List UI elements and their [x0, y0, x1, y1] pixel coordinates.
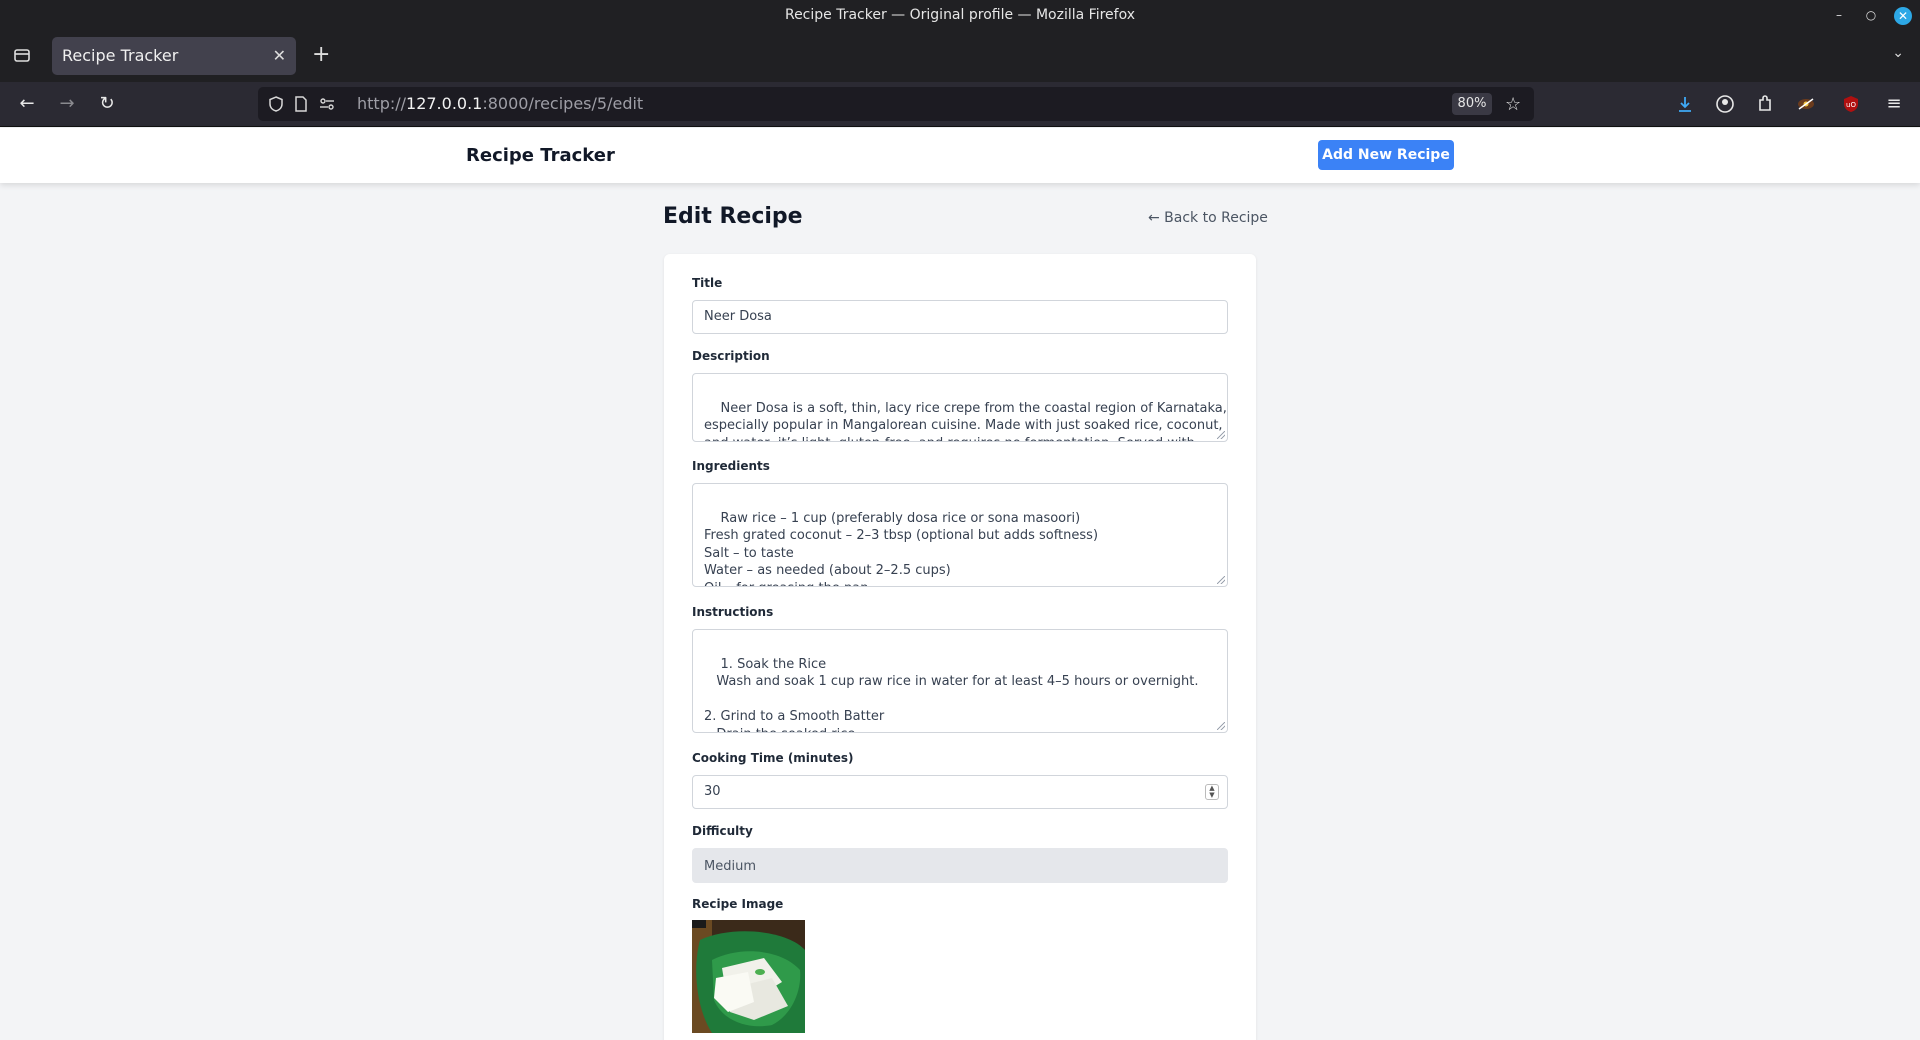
difficulty-label: Difficulty — [692, 824, 753, 838]
cooking-time-input[interactable]: 30 ▲ ▼ — [692, 775, 1228, 809]
ingredients-text: Raw rice – 1 cup (preferably dosa rice o… — [704, 510, 1099, 587]
description-label: Description — [692, 349, 770, 363]
window-titlebar: Recipe Tracker — Original profile — Mozi… — [0, 0, 1920, 31]
recipe-image-label: Recipe Image — [692, 897, 784, 911]
resize-handle-icon[interactable] — [1217, 431, 1225, 439]
app-header: Recipe Tracker Add New Recipe — [0, 128, 1920, 183]
back-to-recipe-link[interactable]: ← Back to Recipe — [1148, 210, 1268, 226]
minimize-icon[interactable]: – — [1830, 0, 1848, 31]
cooking-time-value: 30 — [704, 784, 721, 799]
url-host: 127.0.0.1 — [406, 94, 483, 113]
resize-handle-icon[interactable] — [1217, 576, 1225, 584]
forward-arrow-icon[interactable]: → — [56, 93, 78, 115]
url-text[interactable]: http://127.0.0.1:8000/recipes/5/edit — [357, 87, 643, 121]
account-icon[interactable] — [1714, 93, 1736, 115]
instructions-label: Instructions — [692, 605, 774, 619]
new-tab-icon[interactable]: + — [312, 43, 330, 67]
add-new-recipe-button[interactable]: Add New Recipe — [1318, 140, 1454, 170]
instructions-textarea[interactable]: 1. Soak the Rice Wash and soak 1 cup raw… — [692, 629, 1228, 733]
navigation-bar: ← → ↻ http://127.0.0.1:8000/recipes/5/ed… — [0, 82, 1920, 127]
cooking-time-label: Cooking Time (minutes) — [692, 751, 854, 765]
url-path: :8000/recipes/5/edit — [482, 94, 644, 113]
svg-text:uO: uO — [1846, 101, 1856, 109]
page-icon[interactable] — [292, 95, 310, 113]
instructions-text: 1. Soak the Rice Wash and soak 1 cup raw… — [704, 656, 1199, 733]
back-arrow-icon[interactable]: ← — [16, 93, 38, 115]
tab-bar: Recipe Tracker ✕ + ⌄ — [0, 31, 1920, 82]
tab-list-icon[interactable] — [12, 45, 32, 65]
zoom-level-badge[interactable]: 80% — [1452, 93, 1492, 115]
extensions-icon[interactable] — [1754, 93, 1776, 115]
ingredients-label: Ingredients — [692, 459, 770, 473]
close-tab-icon[interactable]: ✕ — [273, 37, 286, 75]
reload-icon[interactable]: ↻ — [96, 93, 118, 115]
chevron-down-icon[interactable]: ⌄ — [1892, 45, 1904, 61]
tab-title: Recipe Tracker — [62, 46, 179, 65]
ublock-icon[interactable]: uO — [1840, 93, 1862, 115]
edit-recipe-form: Title Neer Dosa Description Neer Dosa is… — [664, 254, 1256, 1040]
title-input[interactable]: Neer Dosa — [692, 300, 1228, 334]
window-controls: – ○ ✕ — [1830, 0, 1912, 31]
extension-eye-icon[interactable] — [1795, 93, 1817, 115]
maximize-icon[interactable]: ○ — [1862, 0, 1880, 31]
page-title: Edit Recipe — [663, 204, 803, 229]
url-scheme: http:// — [357, 94, 407, 113]
resize-handle-icon[interactable] — [1217, 722, 1225, 730]
bookmark-star-icon[interactable]: ☆ — [1505, 94, 1521, 115]
description-text: Neer Dosa is a soft, thin, lacy rice cre… — [704, 400, 1227, 442]
number-stepper-icon[interactable]: ▲ ▼ — [1205, 784, 1219, 800]
window-title: Recipe Tracker — Original profile — Mozi… — [784, 7, 1136, 23]
shield-icon[interactable] — [267, 95, 285, 113]
recipe-image-thumbnail — [692, 920, 805, 1033]
download-icon[interactable] — [1674, 93, 1696, 115]
menu-icon[interactable]: ≡ — [1883, 93, 1905, 115]
tab-recipe-tracker[interactable]: Recipe Tracker ✕ — [52, 37, 296, 75]
description-textarea[interactable]: Neer Dosa is a soft, thin, lacy rice cre… — [692, 373, 1228, 442]
brand-title[interactable]: Recipe Tracker — [466, 128, 615, 183]
title-label: Title — [692, 276, 723, 290]
difficulty-select[interactable]: Medium — [692, 848, 1228, 883]
ingredients-textarea[interactable]: Raw rice – 1 cup (preferably dosa rice o… — [692, 483, 1228, 587]
close-window-icon[interactable]: ✕ — [1894, 6, 1912, 25]
url-bar[interactable]: http://127.0.0.1:8000/recipes/5/edit 80%… — [258, 87, 1534, 121]
permissions-icon[interactable] — [318, 95, 336, 113]
